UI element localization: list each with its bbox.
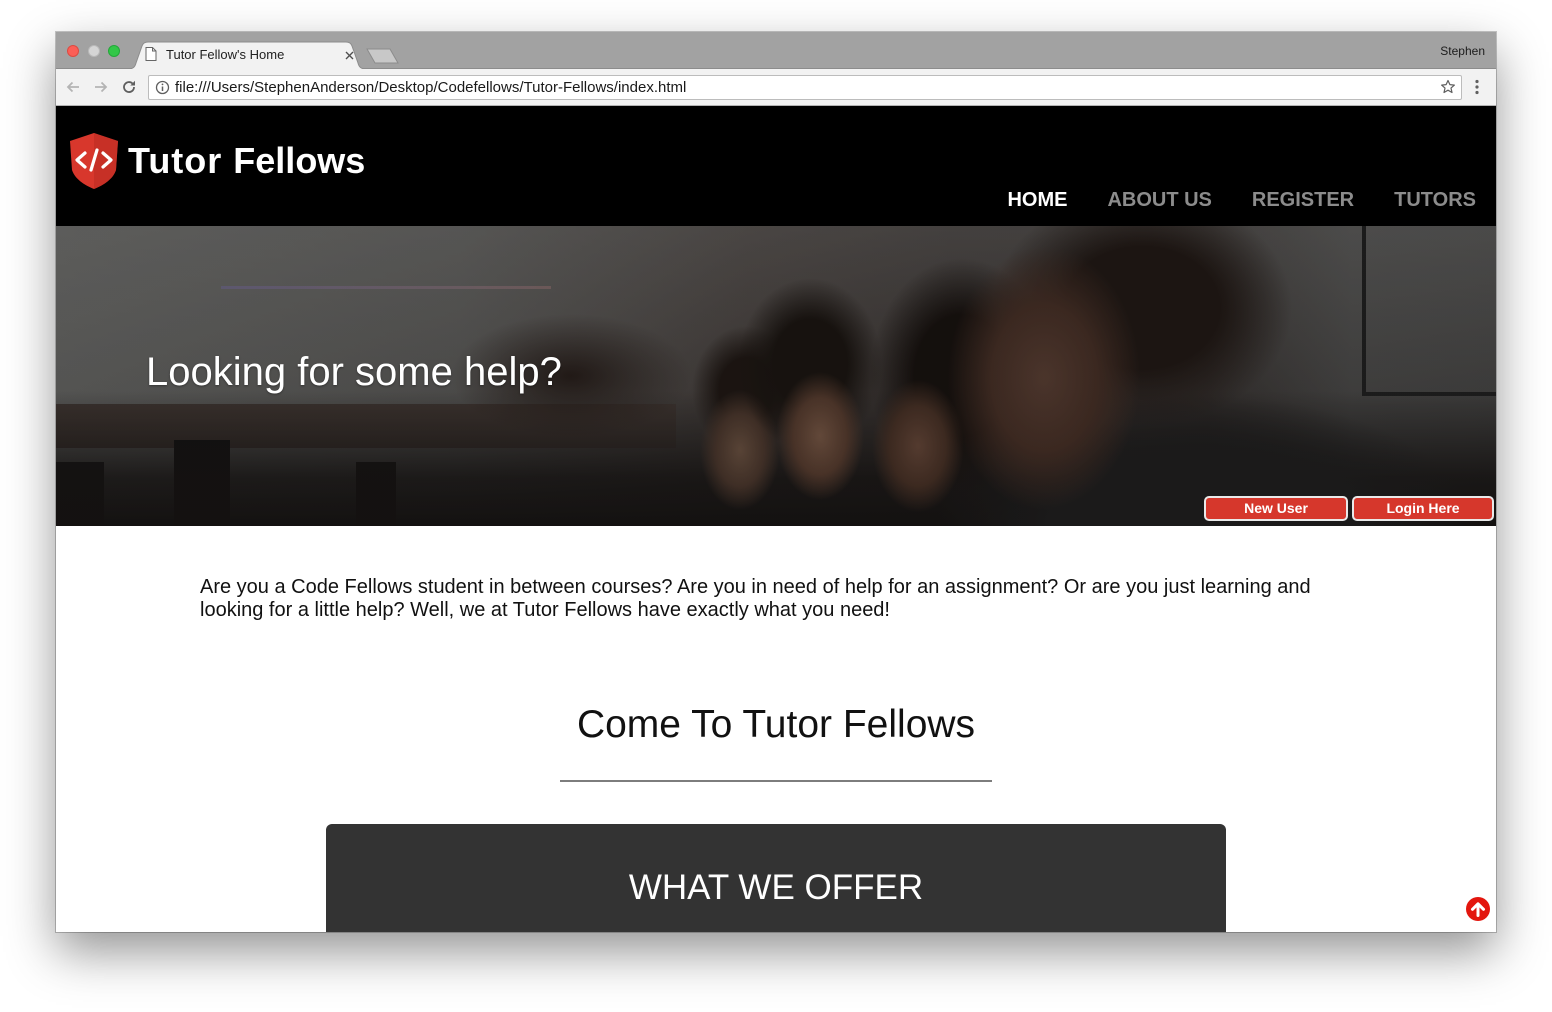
tab-close-icon[interactable]	[342, 48, 356, 62]
nav-home[interactable]: HOME	[1007, 188, 1067, 212]
star-icon[interactable]	[1440, 79, 1456, 95]
offer-heading: WHAT WE OFFER	[628, 868, 924, 907]
forward-arrow-icon[interactable]	[92, 78, 110, 96]
nav-about-us[interactable]: ABOUT US	[1107, 188, 1211, 212]
back-arrow-icon[interactable]	[64, 78, 82, 96]
logo-shield-icon[interactable]	[68, 132, 120, 190]
section-heading: Come To Tutor Fellows	[576, 703, 976, 746]
brand-word-fellows: Fellows	[233, 140, 366, 181]
reload-icon[interactable]	[120, 78, 138, 96]
nav-tutors[interactable]: TUTORS	[1394, 188, 1476, 212]
title-bar: Tutor Fellow's Home Stephen	[56, 32, 1496, 69]
window-close-button[interactable]	[67, 45, 79, 57]
browser-toolbar: file:///Users/StephenAnderson/Desktop/Co…	[56, 68, 1496, 106]
site-brand[interactable]: Tutor Fellows	[128, 141, 365, 181]
arrow-up-circle-icon[interactable]	[1466, 897, 1490, 921]
more-vertical-icon[interactable]	[1469, 78, 1485, 96]
section-divider	[560, 780, 992, 782]
hero-banner: Looking for some help? New User Login He…	[56, 226, 1496, 526]
page-icon	[145, 47, 157, 61]
brand-word-tutor: Tutor	[128, 140, 223, 181]
browser-window: Tutor Fellow's Home Stephen file:///User…	[56, 32, 1496, 932]
site-header: Tutor Fellows HOME ABOUT US REGISTER TUTO…	[56, 106, 1496, 226]
window-minimize-button[interactable]	[88, 45, 100, 57]
window-maximize-button[interactable]	[108, 45, 120, 57]
login-button[interactable]: Login Here	[1352, 496, 1494, 521]
intro-paragraph: Are you a Code Fellows student in betwee…	[200, 576, 1311, 621]
web-page: Tutor Fellows HOME ABOUT US REGISTER TUTO…	[56, 106, 1496, 932]
hero-heading: Looking for some help?	[146, 350, 562, 394]
info-icon[interactable]	[155, 80, 170, 95]
offer-panel: WHAT WE OFFER	[326, 824, 1226, 932]
main-nav: HOME ABOUT US REGISTER TUTORS	[1007, 188, 1476, 212]
browser-tab[interactable]: Tutor Fellow's Home	[128, 41, 366, 69]
address-bar[interactable]: file:///Users/StephenAnderson/Desktop/Co…	[148, 75, 1462, 100]
new-tab-button[interactable]	[366, 48, 400, 64]
profile-name[interactable]: Stephen	[1440, 43, 1485, 59]
new-user-button[interactable]: New User	[1204, 496, 1348, 521]
tab-title: Tutor Fellow's Home	[166, 47, 285, 62]
url-text[interactable]: file:///Users/StephenAnderson/Desktop/Co…	[175, 79, 686, 96]
nav-register[interactable]: REGISTER	[1252, 188, 1354, 212]
